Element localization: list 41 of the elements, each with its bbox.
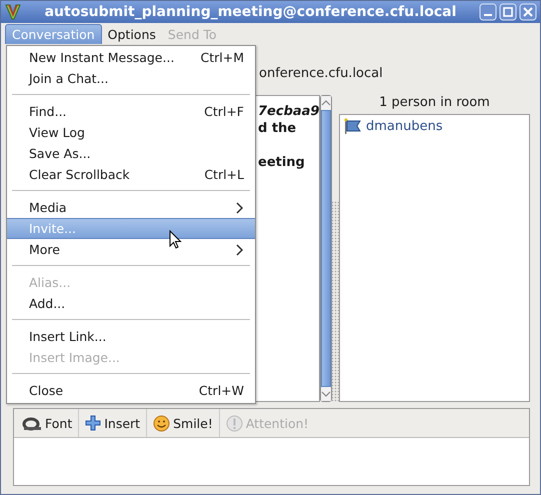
menu-title[interactable]: Options (102, 24, 162, 44)
menu-item[interactable]: Close Ctrl+W (7, 380, 255, 401)
mouse-pointer-icon (169, 230, 182, 250)
shortcut-text: Ctrl+W (198, 383, 244, 398)
chat-text: eeting (258, 155, 305, 170)
menu-item[interactable]: View Log (7, 122, 255, 143)
window-title: autosubmit_planning_meeting@conference.cfu.local (44, 4, 458, 20)
scrollbar[interactable] (320, 95, 332, 402)
room-topic: onference.cfu.local (259, 66, 383, 80)
member-name[interactable]: dmanubens (366, 118, 443, 134)
toolbar-button[interactable]: Insert (79, 409, 148, 437)
pane-splitter[interactable] (331, 201, 339, 402)
toolbar-button[interactable]: Font (16, 409, 80, 437)
menu-item[interactable]: Join a Chat... (7, 68, 255, 89)
plus-icon (85, 415, 102, 431)
menu-item[interactable]: Find... Ctrl+F (7, 101, 255, 122)
maximize-icon[interactable] (499, 3, 517, 21)
menu-item[interactable]: Clear Scrollback Ctrl+L (7, 164, 255, 185)
menu-item[interactable]: Media (7, 197, 255, 218)
menu-item[interactable]: Save As... (7, 143, 255, 164)
exclamation-icon (226, 414, 243, 432)
shortcut-text: Ctrl+F (204, 104, 244, 119)
member-count: 1 person in room (378, 95, 491, 112)
menu-item[interactable]: More (7, 239, 255, 260)
smiley-icon (153, 414, 170, 432)
shortcut-text: Ctrl+M (200, 50, 244, 65)
app-logo-icon (4, 3, 22, 21)
scroll-thumb[interactable] (321, 110, 332, 387)
minimize-icon[interactable] (479, 3, 497, 21)
chat-text: 7ecbaa9 (258, 104, 320, 119)
flag-icon (344, 118, 362, 134)
toolbar-button[interactable]: Smile! (147, 409, 220, 437)
close-icon[interactable] (519, 3, 537, 21)
scroll-up-icon[interactable] (321, 99, 332, 107)
menu-item[interactable]: Insert Link... (7, 326, 255, 347)
menu-item[interactable]: Add... (7, 293, 255, 314)
font-icon (22, 415, 42, 431)
menu-item[interactable]: New Instant Message... Ctrl+M (7, 47, 255, 68)
chat-text: d the (258, 121, 296, 136)
scroll-down-icon[interactable] (321, 390, 332, 398)
shortcut-text: Ctrl+L (204, 167, 244, 182)
